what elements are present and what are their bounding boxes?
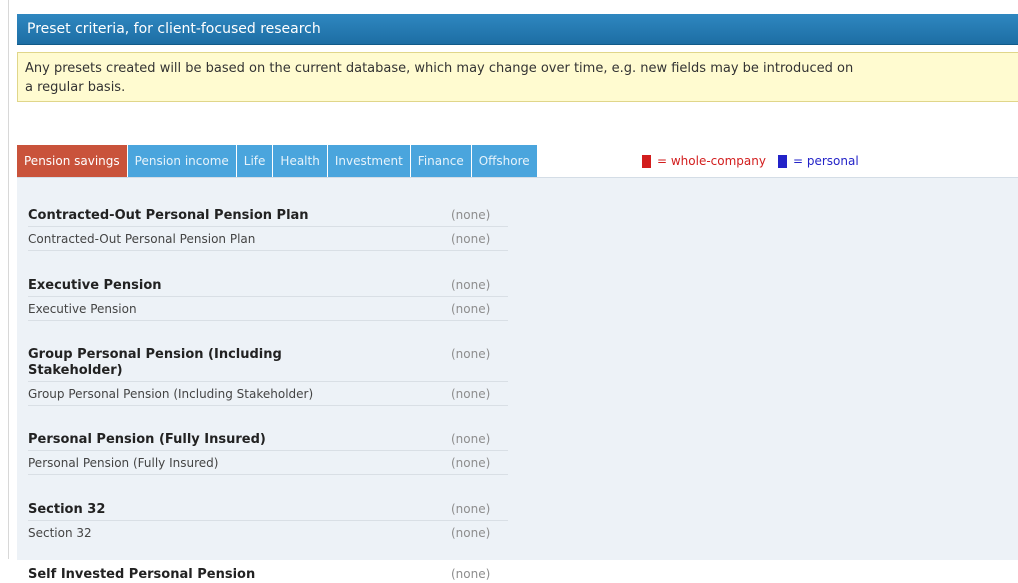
- group-heading: Self Invested Personal Pension: [28, 567, 256, 582]
- group-heading-value: (none): [451, 278, 491, 292]
- criteria-value: (none): [451, 526, 491, 540]
- criteria-value: (none): [451, 387, 491, 401]
- criteria-name[interactable]: Group Personal Pension (Including Stakeh…: [28, 387, 428, 401]
- row-divider: [28, 226, 508, 227]
- criteria-value: (none): [451, 456, 491, 470]
- legend-personal-label: = personal: [792, 154, 859, 168]
- tab-finance[interactable]: Finance: [410, 145, 471, 177]
- criteria-name[interactable]: Executive Pension: [28, 302, 428, 316]
- category-tabs: Pension savings Pension income Life Heal…: [17, 145, 538, 177]
- tab-offshore[interactable]: Offshore: [471, 145, 537, 177]
- tab-pension-savings[interactable]: Pension savings: [17, 145, 127, 177]
- group-heading-value: (none): [451, 567, 491, 581]
- criteria-list: Contracted-Out Personal Pension Plan (no…: [17, 177, 1018, 582]
- tab-investment[interactable]: Investment: [327, 145, 410, 177]
- info-notice: Any presets created will be based on the…: [17, 52, 1018, 102]
- criteria-value: (none): [451, 232, 491, 246]
- row-divider: [28, 474, 508, 475]
- group-heading: Personal Pension (Fully Insured): [28, 432, 266, 447]
- legend-company-label: = whole-company: [657, 154, 766, 168]
- row-divider: [28, 405, 508, 406]
- company-swatch-icon: [642, 154, 651, 168]
- row-divider: [28, 450, 508, 451]
- row-divider: [28, 250, 508, 251]
- row-divider: [28, 320, 508, 321]
- tab-health[interactable]: Health: [273, 145, 327, 177]
- group-heading: Section 32: [28, 502, 106, 517]
- group-heading-value: (none): [451, 432, 491, 446]
- panel-title: Preset criteria, for client-focused rese…: [17, 14, 1018, 45]
- group-heading: Executive Pension: [28, 278, 162, 293]
- row-divider: [28, 381, 508, 382]
- legend: = whole-company = personal: [642, 145, 859, 177]
- group-heading-value: (none): [451, 502, 491, 516]
- criteria-name[interactable]: Section 32: [28, 526, 428, 540]
- row-divider: [28, 520, 508, 521]
- group-heading: Group Personal Pension (Including Stakeh…: [28, 347, 282, 378]
- row-divider: [28, 296, 508, 297]
- tab-pension-income[interactable]: Pension income: [127, 145, 236, 177]
- page-left-border: [8, 0, 9, 559]
- notice-line-1: Any presets created will be based on the…: [25, 61, 854, 76]
- preset-panel: Preset criteria, for client-focused rese…: [17, 14, 1018, 582]
- notice-line-2: a regular basis.: [25, 80, 126, 95]
- group-heading: Contracted-Out Personal Pension Plan: [28, 208, 309, 223]
- criteria-value: (none): [451, 302, 491, 316]
- tab-life[interactable]: Life: [236, 145, 273, 177]
- criteria-name[interactable]: Personal Pension (Fully Insured): [28, 456, 428, 470]
- personal-swatch-icon: [777, 154, 787, 168]
- criteria-name[interactable]: Contracted-Out Personal Pension Plan: [28, 232, 428, 246]
- group-heading-value: (none): [451, 347, 491, 361]
- group-heading-value: (none): [451, 208, 491, 222]
